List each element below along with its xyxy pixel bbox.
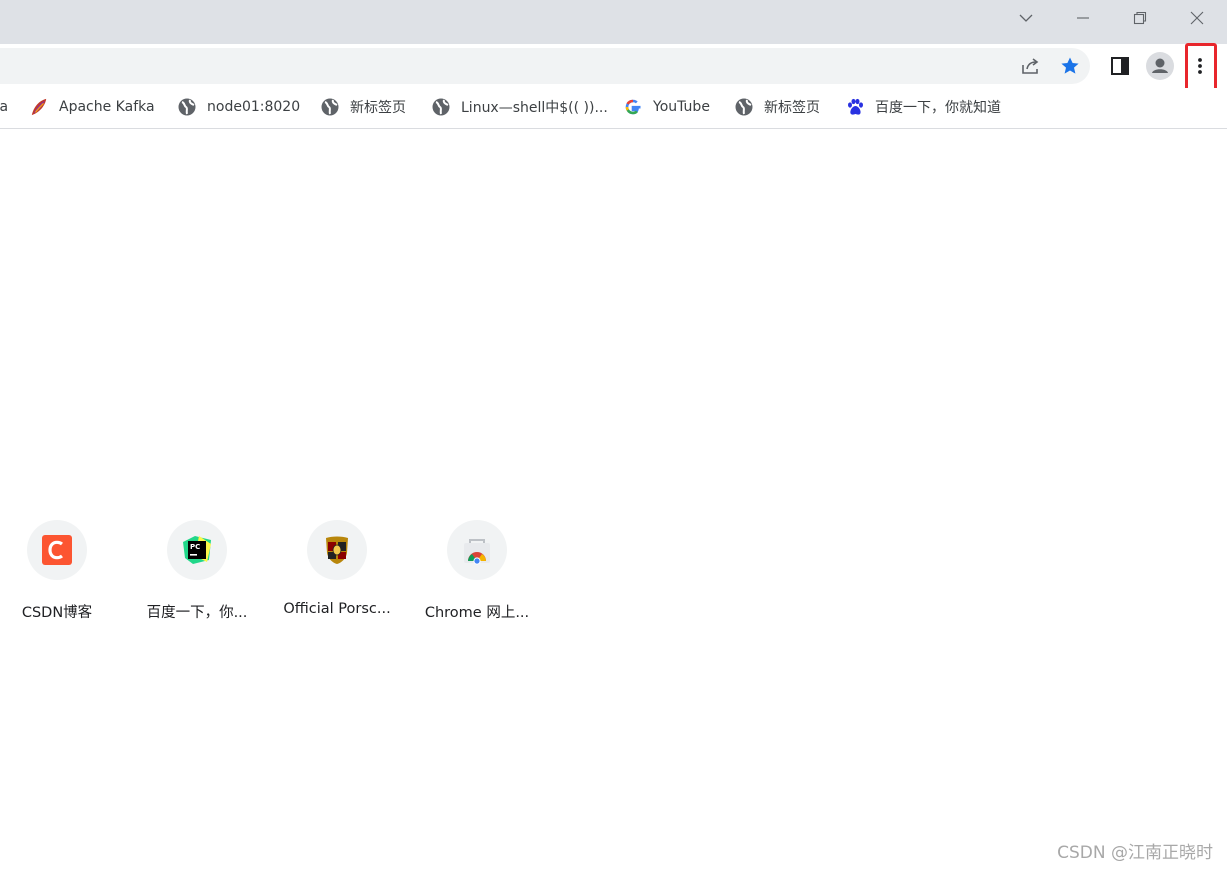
- bookmark-item[interactable]: YouTube: [624, 96, 710, 118]
- globe-icon: [735, 98, 753, 116]
- bookmark-label: node01:8020: [207, 99, 301, 115]
- shortcut-icon-circle: [447, 520, 507, 580]
- bookmark-item[interactable]: 百度一下，你就知道: [846, 96, 1001, 118]
- tab-search-button[interactable]: [998, 0, 1054, 36]
- bookmark-label: 百度一下，你就知道: [875, 100, 1001, 116]
- bookmark-item[interactable]: 新标签页: [735, 96, 820, 118]
- profile-button[interactable]: [1142, 48, 1178, 84]
- bookmark-star-button[interactable]: [1052, 48, 1088, 84]
- shortcut-label: 百度一下，你...: [146, 605, 248, 621]
- toolbar: [0, 44, 1227, 88]
- globe-icon: [432, 98, 450, 116]
- shortcut-icon-circle: [307, 520, 367, 580]
- pycharm-icon: PC: [183, 536, 211, 564]
- restore-button[interactable]: [1112, 0, 1168, 36]
- restore-icon: [1133, 11, 1147, 25]
- svg-text:PC: PC: [190, 543, 200, 551]
- bookmark-item[interactable]: 新标签页: [321, 96, 406, 118]
- bookmark-label: Linux—shell中$(( ))...: [461, 100, 608, 116]
- csdn-icon: [42, 535, 72, 565]
- google-g-icon: [624, 98, 642, 116]
- side-panel-button[interactable]: [1102, 48, 1138, 84]
- side-panel-icon: [1111, 57, 1129, 75]
- shortcut-label: CSDN博客: [21, 605, 93, 621]
- chrome-webstore-icon: [464, 539, 490, 565]
- share-icon: [1022, 58, 1039, 74]
- close-button[interactable]: [1169, 0, 1225, 36]
- shortcut-icon-circle: [27, 520, 87, 580]
- shortcut-tile[interactable]: PC 百度一下，你...: [141, 520, 253, 630]
- close-icon: [1190, 11, 1204, 25]
- share-button[interactable]: [1012, 48, 1048, 84]
- bookmark-label: ta: [0, 99, 9, 115]
- bookmark-item[interactable]: Apache Kafka: [30, 96, 155, 118]
- star-icon: [1061, 57, 1079, 74]
- bookmark-item[interactable]: ta: [0, 96, 8, 118]
- address-bar[interactable]: [0, 48, 1090, 84]
- bookmark-label: 新标签页: [764, 100, 820, 116]
- bookmark-label: 新标签页: [350, 100, 406, 116]
- shortcut-tile[interactable]: Official Porsc...: [281, 520, 393, 630]
- minimize-icon: [1077, 17, 1089, 19]
- shortcut-label: Official Porsc...: [283, 601, 391, 617]
- bookmarks-bar: ta Apache Kafka node01:8020 新标签页 Linux—s…: [0, 88, 1227, 129]
- porsche-crest-icon: [326, 536, 348, 564]
- minimize-button[interactable]: [1055, 0, 1111, 36]
- shortcut-label: Chrome 网上...: [424, 605, 530, 621]
- baidu-paw-icon: [846, 98, 864, 116]
- shortcut-icon-circle: PC: [167, 520, 227, 580]
- globe-icon: [321, 98, 339, 116]
- title-bar: [0, 0, 1227, 44]
- bookmark-item[interactable]: Linux—shell中$(( ))...: [432, 96, 608, 118]
- bookmark-label: Apache Kafka: [59, 99, 155, 115]
- shortcut-tile[interactable]: CSDN博客: [1, 520, 113, 630]
- bookmark-item[interactable]: node01:8020: [178, 96, 300, 118]
- shortcut-tile[interactable]: Chrome 网上...: [421, 520, 533, 630]
- avatar-icon: [1146, 52, 1174, 80]
- kafka-feather-icon: [30, 98, 48, 116]
- watermark-text: CSDN @江南正晓时: [1057, 843, 1213, 863]
- chevron-down-icon: [1019, 14, 1033, 22]
- globe-icon: [178, 98, 196, 116]
- bookmark-label: YouTube: [653, 99, 710, 115]
